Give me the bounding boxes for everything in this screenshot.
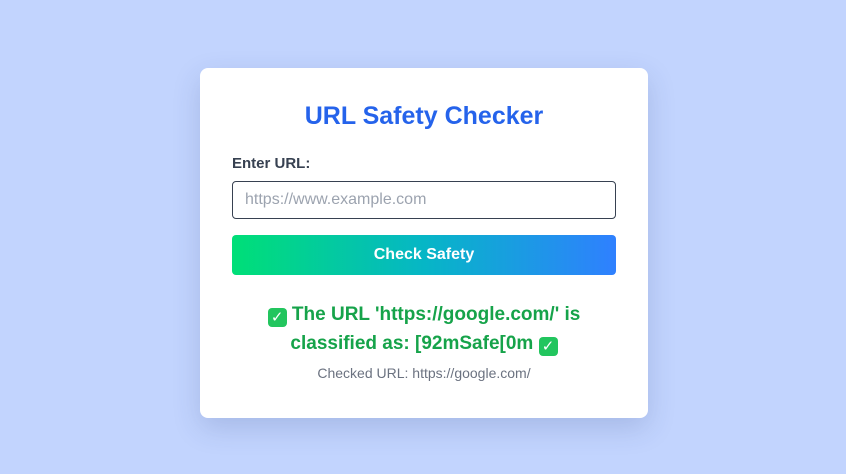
check-mark-icon: ✓ — [538, 337, 558, 356]
url-field-label: Enter URL: — [232, 155, 311, 172]
checker-card: URL Safety Checker Enter URL: Check Safe… — [200, 68, 648, 418]
result-text: The URL 'https://google.com/' is classif… — [290, 304, 581, 354]
url-input[interactable] — [232, 181, 616, 219]
page-title: URL Safety Checker — [304, 102, 544, 130]
check-safety-button[interactable]: Check Safety — [232, 235, 616, 275]
checked-url-text: Checked URL: https://google.com/ — [317, 365, 531, 381]
check-mark-icon: ✓ — [267, 308, 287, 327]
result-message: ✓ The URL 'https://google.com/' is class… — [232, 300, 616, 358]
